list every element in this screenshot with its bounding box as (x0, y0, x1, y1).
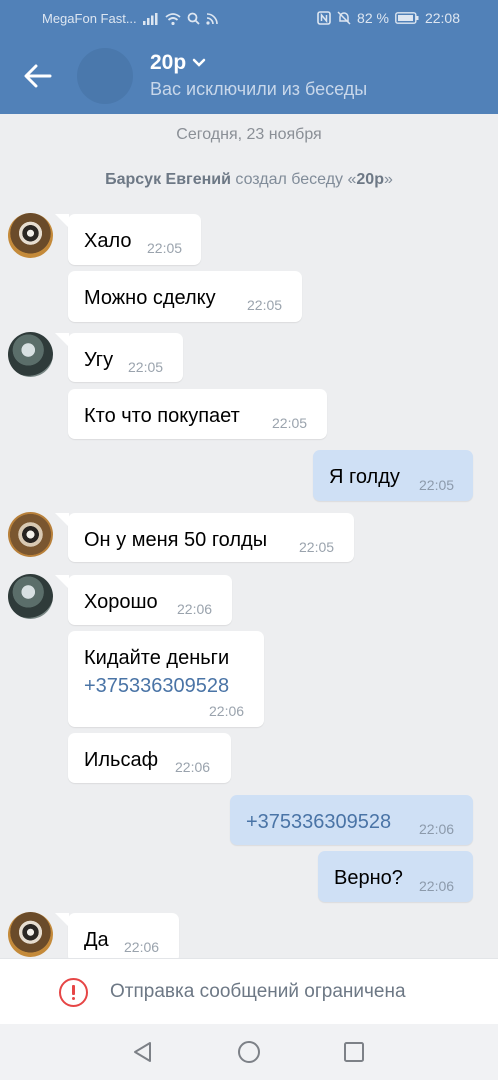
phone-link[interactable]: +375336309528 (246, 811, 391, 834)
avatar-badger[interactable] (8, 213, 53, 258)
message-text: Кто что покупает (84, 405, 240, 427)
date-separator: Сегодня, 23 ноября (176, 126, 322, 143)
nav-home-icon (238, 1041, 260, 1063)
chat-header: MegaFon Fast... 82 % 22:08 20р Вас исклю… (0, 0, 498, 114)
message-text: Ильсаф (84, 749, 159, 771)
mute-icon (337, 11, 351, 25)
message-text: Хорошо (84, 591, 158, 613)
message-time: 22:05 (128, 359, 164, 375)
message-bubble[interactable]: Угу 22:05 (55, 333, 183, 382)
signal-icon (142, 12, 159, 25)
message-bubble[interactable]: Кто что покупает 22:05 (68, 389, 327, 439)
message-bubble[interactable]: Да 22:06 (55, 913, 179, 963)
message-text: Кидайте деньги (84, 647, 230, 669)
nav-home-button[interactable] (235, 1038, 263, 1066)
nav-back-button[interactable] (129, 1038, 157, 1066)
rss-icon (206, 12, 218, 25)
chat-title: 20р (150, 51, 187, 74)
messaging-restricted-bar: Отправка сообщений ограничена (0, 958, 498, 1024)
chat-avatar[interactable] (77, 48, 133, 104)
message-time: 22:05 (147, 240, 183, 256)
message-text: Хало (84, 230, 132, 252)
message-bubble[interactable]: Ильсаф 22:06 (68, 733, 231, 783)
message-time: 22:06 (177, 601, 213, 617)
alert-circle-icon (59, 978, 88, 1007)
system-end: » (383, 171, 393, 188)
nav-recents-icon (344, 1042, 364, 1062)
message-bubble[interactable]: Хало 22:05 (55, 214, 201, 265)
message-time: 22:06 (419, 821, 455, 837)
system-author[interactable]: Барсук Евгений (105, 171, 231, 188)
status-bar: MegaFon Fast... 82 % 22:08 (0, 0, 498, 36)
message-time: 22:05 (299, 539, 335, 555)
avatar-badger[interactable] (8, 912, 53, 957)
system-chat-name: 20р (356, 171, 384, 188)
message-time: 22:06 (175, 759, 211, 775)
message-time: 22:05 (272, 415, 308, 431)
message-text: Он у меня 50 голды (84, 529, 268, 551)
message-time: 22:05 (247, 297, 283, 313)
search-icon (187, 12, 200, 25)
message-text: Верно? (334, 867, 403, 889)
battery-icon (395, 12, 419, 24)
clock: 22:08 (424, 10, 460, 26)
system-navigation-bar (0, 1024, 498, 1080)
message-text: Угу (84, 349, 114, 371)
message-time: 22:06 (419, 878, 455, 894)
message-time: 22:05 (419, 477, 455, 493)
message-time: 22:06 (124, 939, 160, 955)
chat-title-button[interactable]: 20р (150, 51, 206, 75)
avatar-user[interactable] (8, 332, 53, 377)
restricted-text: Отправка сообщений ограничена (110, 981, 406, 1002)
chat-subtitle: Вас исключили из беседы (150, 79, 368, 99)
message-text: Да (84, 929, 109, 951)
back-arrow-icon (24, 64, 52, 88)
message-bubble[interactable]: Кидайте деньги +375336309528 22:06 (68, 631, 264, 727)
message-text: Можно сделку (84, 287, 216, 309)
avatar-user[interactable] (8, 574, 53, 619)
battery-percent: 82 % (357, 10, 389, 26)
avatar-badger[interactable] (8, 512, 53, 557)
chevron-down-icon (192, 58, 206, 67)
message-bubble-outgoing[interactable]: Верно? 22:06 (318, 851, 473, 902)
message-bubble[interactable]: Можно сделку 22:05 (68, 271, 302, 322)
message-bubble[interactable]: Хорошо 22:06 (55, 575, 232, 625)
back-button[interactable] (18, 56, 58, 96)
carrier-name: MegaFon Fast... (42, 11, 137, 26)
system-action: создал беседу « (230, 171, 357, 188)
message-text: Я голду (329, 466, 400, 488)
nav-recents-button[interactable] (340, 1038, 368, 1066)
message-bubble-outgoing[interactable]: +375336309528 22:06 (230, 795, 473, 845)
message-bubble-outgoing[interactable]: Я голду 22:05 (313, 450, 473, 501)
wifi-icon (165, 12, 181, 25)
message-bubble[interactable]: Он у меня 50 голды 22:05 (55, 513, 354, 562)
nfc-icon (317, 11, 331, 25)
message-time: 22:06 (209, 703, 245, 719)
system-message: Барсук Евгений создал беседу «20р» (0, 171, 498, 189)
nav-back-icon (134, 1042, 151, 1062)
phone-link[interactable]: +375336309528 (84, 675, 229, 698)
